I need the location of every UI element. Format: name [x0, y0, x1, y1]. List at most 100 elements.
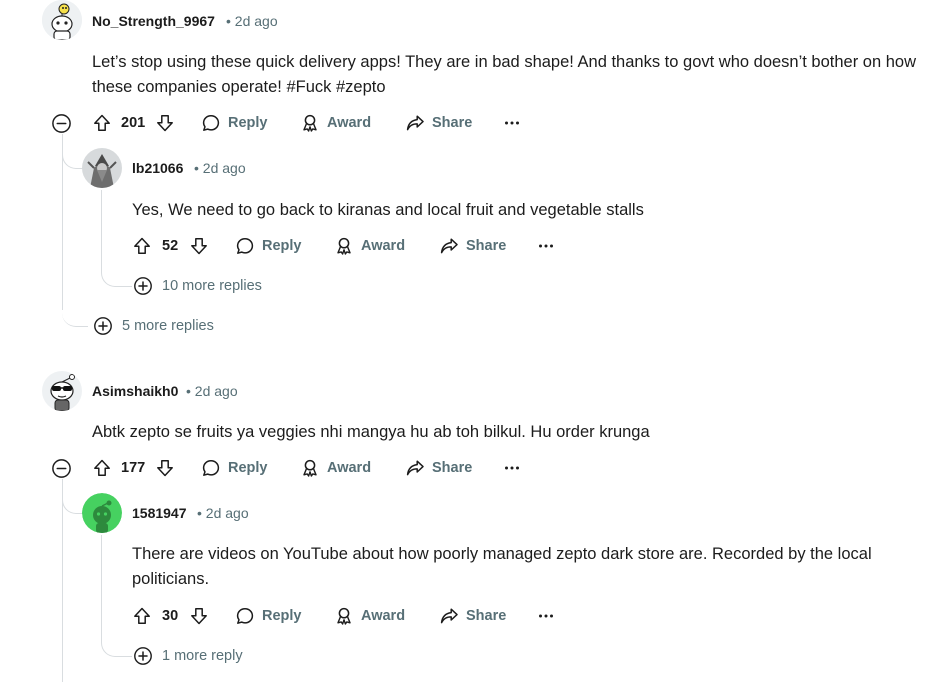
share-arrow-icon — [405, 458, 425, 478]
share-button[interactable]: Share — [439, 234, 506, 258]
separator-dot: • — [186, 383, 191, 399]
upvote-button[interactable] — [132, 604, 152, 628]
ellipsis-icon — [536, 606, 556, 626]
more-replies-button[interactable]: 10 more replies — [133, 276, 262, 296]
avatar[interactable] — [42, 371, 82, 411]
award-label: Award — [361, 238, 406, 254]
vote-count: 52 — [162, 238, 179, 254]
comment-author[interactable]: No_Strength_9967 — [92, 13, 215, 29]
avatar[interactable] — [82, 148, 122, 188]
award-ribbon-icon — [300, 458, 320, 478]
speech-bubble-icon — [201, 458, 221, 478]
upvote-arrow-icon — [132, 606, 152, 626]
upvote-button[interactable] — [132, 234, 152, 258]
upvote-button[interactable] — [92, 111, 112, 135]
plus-circle-icon — [93, 316, 113, 336]
award-ribbon-icon — [334, 236, 354, 256]
comment-body: Yes, We need to go back to kiranas and l… — [132, 201, 644, 219]
avatar[interactable] — [42, 0, 82, 40]
award-button[interactable]: Award — [334, 604, 405, 628]
plus-circle-icon — [133, 646, 153, 666]
ellipsis-icon — [502, 458, 522, 478]
downvote-arrow-icon — [155, 113, 175, 133]
speech-bubble-icon — [235, 236, 255, 256]
comment-age[interactable]: 2d ago — [206, 505, 249, 521]
downvote-button[interactable] — [155, 456, 175, 480]
more-replies-label: 1 more reply — [162, 648, 243, 664]
downvote-button[interactable] — [155, 111, 175, 135]
award-button[interactable]: Award — [334, 234, 405, 258]
award-button[interactable]: Award — [300, 111, 371, 135]
comment-meta: • 2d ago — [226, 13, 278, 29]
comment-author[interactable]: Asimshaikh0 — [92, 383, 178, 399]
award-button[interactable]: Award — [300, 456, 371, 480]
upvote-arrow-icon — [132, 236, 152, 256]
more-options-button[interactable] — [502, 111, 522, 135]
comment-body: Let’s stop using these quick delivery ap… — [92, 53, 917, 96]
comment-body: There are videos on YouTube about how po… — [132, 545, 872, 588]
avatar[interactable] — [82, 493, 122, 533]
comment-author[interactable]: lb21066 — [132, 160, 183, 176]
downvote-button[interactable] — [189, 234, 209, 258]
comment-body: Abtk zepto se fruits ya veggies nhi mang… — [92, 423, 650, 441]
more-replies-button[interactable]: 1 more reply — [133, 646, 243, 666]
thread-line — [101, 535, 102, 640]
more-options-button[interactable] — [502, 456, 522, 480]
snoo-avatar-icon — [42, 0, 82, 40]
reply-button[interactable]: Reply — [201, 456, 268, 480]
separator-dot: • — [226, 13, 231, 29]
more-replies-label: 10 more replies — [162, 278, 262, 294]
separator-dot: • — [197, 505, 202, 521]
reply-label: Reply — [262, 608, 302, 624]
reply-label: Reply — [228, 460, 268, 476]
upvote-arrow-icon — [92, 113, 112, 133]
reply-label: Reply — [262, 238, 302, 254]
comment-age[interactable]: 2d ago — [195, 383, 238, 399]
comment-meta: • 2d ago — [197, 505, 249, 521]
ellipsis-icon — [502, 113, 522, 133]
custom-avatar-icon — [82, 148, 122, 188]
thread-line — [101, 190, 102, 270]
default-snoo-avatar-icon — [82, 493, 122, 533]
more-replies-button[interactable]: 5 more replies — [93, 316, 214, 336]
upvote-button[interactable] — [92, 456, 112, 480]
comment-meta: • 2d ago — [186, 383, 238, 399]
minus-circle-icon — [51, 458, 72, 479]
share-button[interactable]: Share — [405, 456, 472, 480]
more-options-button[interactable] — [536, 604, 556, 628]
vote-count: 177 — [121, 460, 146, 476]
thread-line — [62, 480, 63, 682]
downvote-button[interactable] — [189, 604, 209, 628]
comment-author[interactable]: 1581947 — [132, 505, 187, 521]
collapse-button[interactable] — [51, 113, 72, 134]
share-button[interactable]: Share — [405, 111, 472, 135]
speech-bubble-icon — [235, 606, 255, 626]
share-arrow-icon — [405, 113, 425, 133]
collapse-button[interactable] — [51, 458, 72, 479]
snoo-avatar-icon — [42, 371, 82, 411]
downvote-arrow-icon — [189, 606, 209, 626]
reply-button[interactable]: Reply — [201, 111, 268, 135]
thread-elbow — [101, 262, 132, 287]
reply-button[interactable]: Reply — [235, 234, 302, 258]
reply-button[interactable]: Reply — [235, 604, 302, 628]
thread-elbow — [62, 290, 88, 327]
share-arrow-icon — [439, 236, 459, 256]
comment-age[interactable]: 2d ago — [235, 13, 278, 29]
reply-label: Reply — [228, 115, 268, 131]
thread-elbow — [101, 632, 132, 657]
award-label: Award — [327, 115, 372, 131]
minus-circle-icon — [51, 113, 72, 134]
plus-circle-icon — [133, 276, 153, 296]
separator-dot: • — [194, 160, 199, 176]
comment-age[interactable]: 2d ago — [203, 160, 246, 176]
comment-meta: • 2d ago — [194, 160, 246, 176]
downvote-arrow-icon — [155, 458, 175, 478]
more-replies-label: 5 more replies — [122, 318, 214, 334]
share-label: Share — [466, 238, 507, 254]
more-options-button[interactable] — [536, 234, 556, 258]
upvote-arrow-icon — [92, 458, 112, 478]
share-button[interactable]: Share — [439, 604, 506, 628]
thread-elbow — [62, 130, 83, 169]
downvote-arrow-icon — [189, 236, 209, 256]
